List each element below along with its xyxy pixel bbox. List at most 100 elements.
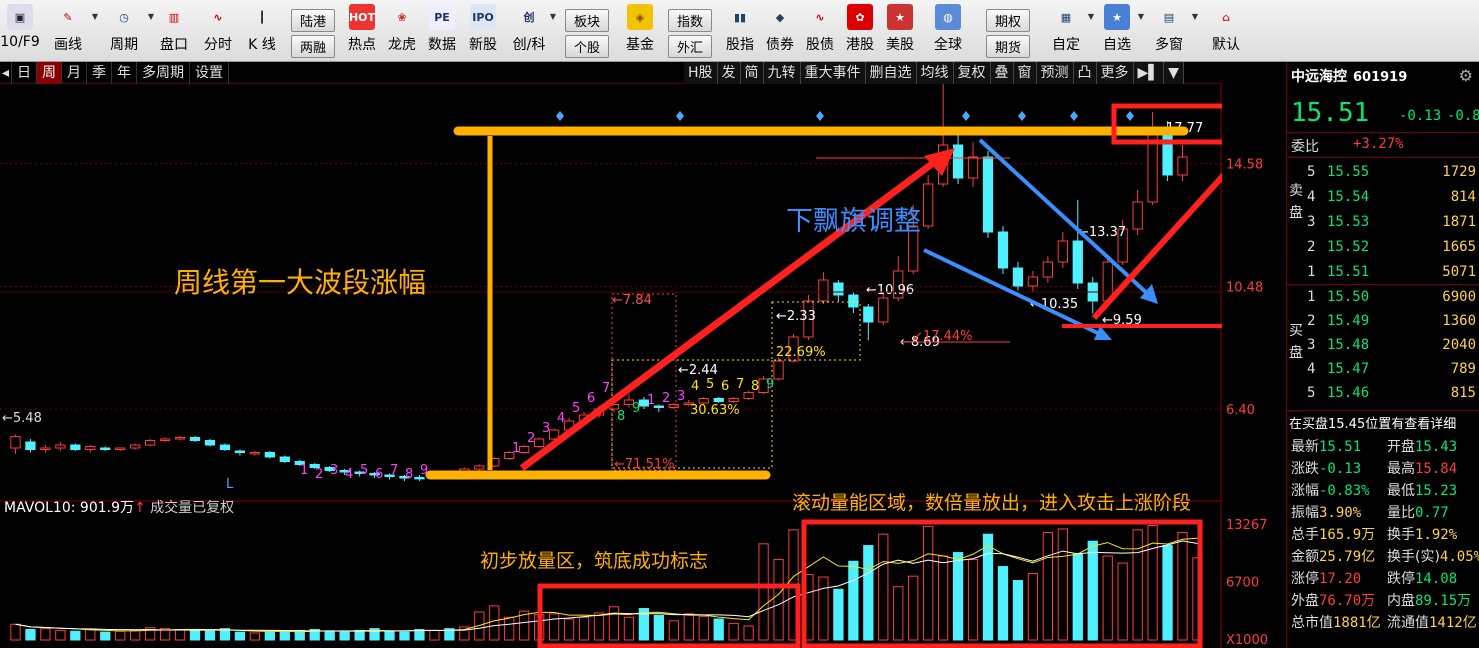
volume-bar xyxy=(982,533,994,641)
chart-option-9[interactable]: 窗 xyxy=(1013,62,1037,84)
toolbar-button-stock-bond-icon[interactable]: ∿ 股债 xyxy=(800,0,840,62)
toolbar-button-clock-icon[interactable]: ◷ 周期 ▼ xyxy=(96,0,154,62)
toolbar-dual-button[interactable]: 期权 xyxy=(985,9,1030,32)
period-tab-1[interactable]: 周 xyxy=(37,61,63,84)
period-tab-6[interactable]: 设置 xyxy=(190,61,230,84)
volume-bar xyxy=(593,612,605,641)
toolbar-label: 股债 xyxy=(806,37,834,53)
chart-option-8[interactable]: 叠 xyxy=(990,62,1014,84)
chart-option-5[interactable]: 删自选 xyxy=(865,62,917,84)
ask-row[interactable]: 1 15.51 5071 xyxy=(1287,262,1479,285)
toolbar-dual-button[interactable]: 两融 xyxy=(290,35,335,58)
last-price: 15.51 xyxy=(1291,98,1370,128)
toolbar-dual-button[interactable]: 外汇 xyxy=(667,35,712,58)
ask-row[interactable]: 5 15.55 1729 xyxy=(1287,162,1479,185)
stat-key: 振幅 xyxy=(1291,505,1319,521)
toolbar-button-home-icon[interactable]: ⌂ 默认 xyxy=(1196,0,1256,62)
toolbar-dual-button[interactable]: 板块 xyxy=(564,9,609,32)
buy-notice[interactable]: 在买盘15.45位置有查看详细 xyxy=(1289,413,1456,432)
bid-row[interactable]: 1 15.50 6900 xyxy=(1287,287,1479,310)
volume-bar xyxy=(728,622,739,641)
weibi-label: 委比 xyxy=(1291,139,1319,155)
stat-value: 15.23 xyxy=(1415,483,1458,499)
chevron-down-icon[interactable]: ▼ xyxy=(1164,62,1184,84)
chart-option-4[interactable]: 重大事件 xyxy=(800,62,866,84)
chart-option-11[interactable]: 凸 xyxy=(1073,62,1097,84)
toolbar-button-bond-icon[interactable]: ◆ 债券 xyxy=(760,0,800,62)
period-tab-0[interactable]: 日 xyxy=(12,61,38,84)
chevron-down-icon[interactable]: ▼ xyxy=(550,12,556,21)
candle-body xyxy=(534,438,545,447)
toolbar-button-us-flag-icon[interactable]: ★ 美股 xyxy=(880,0,920,62)
label-784: ←7.84 xyxy=(612,293,652,308)
ask-volume: 1871 xyxy=(1442,214,1476,230)
bid-row[interactable]: 3 15.48 2040 xyxy=(1287,335,1479,358)
chart-option-6[interactable]: 均线 xyxy=(916,62,954,84)
pin-icon[interactable]: ▶▌ xyxy=(1133,62,1165,84)
toolbar-button-globe-icon[interactable]: ◍ 全球 xyxy=(920,0,976,62)
chart-option-10[interactable]: 预测 xyxy=(1036,62,1074,84)
volume-bar xyxy=(818,576,829,641)
gear-icon[interactable]: ⚙ xyxy=(1459,66,1473,85)
scroll-left-icon[interactable]: ◂ xyxy=(0,61,13,84)
toolbar-dual-button[interactable]: 期货 xyxy=(985,35,1030,58)
event-diamond-icon[interactable] xyxy=(816,111,824,121)
toolbar-button-pe-data-icon[interactable]: PE 数据 xyxy=(422,0,462,62)
event-diamond-icon[interactable] xyxy=(1070,111,1078,121)
toolbar-label: 画线 xyxy=(54,37,82,53)
volume-bar xyxy=(578,616,590,641)
chart-option-12[interactable]: 更多 xyxy=(1096,62,1134,84)
stat-left: 最新15.51 xyxy=(1291,436,1361,456)
toolbar-dual-button[interactable]: 陆港 xyxy=(290,9,335,32)
candle-body xyxy=(234,450,246,453)
period-tab-4[interactable]: 年 xyxy=(112,61,138,84)
candle-body xyxy=(818,279,829,302)
toolbar-button-orderbook-icon[interactable]: ▥ 盘口 xyxy=(152,0,196,62)
period-tab-3[interactable]: 季 xyxy=(87,61,113,84)
count-second-4: 4 xyxy=(691,379,699,394)
toolbar-button-hk-flag-icon[interactable]: ✿ 港股 xyxy=(840,0,880,62)
chart-option-0[interactable]: H股 xyxy=(684,62,718,84)
period-tab-5[interactable]: 多周期 xyxy=(137,61,191,84)
toolbar-button-index-futures-icon[interactable]: ▮▮ 股指 xyxy=(720,0,760,62)
home-icon: ⌂ xyxy=(1222,10,1230,24)
toolbar-dual-button[interactable]: 个股 xyxy=(564,35,609,58)
toolbar-button-chuang-icon[interactable]: 创创/科 ▼ xyxy=(504,0,556,62)
event-diamond-icon[interactable] xyxy=(1126,111,1134,121)
toolbar-button-f9-icon[interactable]: ▣ 10/F9 xyxy=(0,0,40,62)
toolbar-button-pencil-icon[interactable]: ✎ 画线 ▼ xyxy=(40,0,98,62)
ask-row[interactable]: 3 15.53 1871 xyxy=(1287,212,1479,235)
toolbar-button-star-icon[interactable]: ★ 自选 ▼ xyxy=(1092,0,1144,62)
kline-chart[interactable]: MAVOL10: 901.9万↑ 成交量已复权 ←5.48 ←7.84 ←2.44 ←2… xyxy=(0,84,1222,648)
event-diamond-icon[interactable] xyxy=(962,111,970,121)
chart-option-3[interactable]: 九转 xyxy=(763,62,801,84)
toolbar-button-fund-icon[interactable]: ◈ 基金 xyxy=(620,0,660,62)
volume-bar xyxy=(40,628,51,641)
toolbar-button-hot-icon[interactable]: HOT 热点 xyxy=(342,0,382,62)
bid-row[interactable]: 2 15.49 1360 xyxy=(1287,311,1479,334)
event-diamond-icon[interactable] xyxy=(676,111,684,121)
stock-bond-icon: ∿ xyxy=(815,10,825,24)
chart-option-1[interactable]: 发 xyxy=(717,62,741,84)
ask-level: 5 xyxy=(1307,164,1316,180)
toolbar-button-custom-icon[interactable]: ▦ 自定 ▼ xyxy=(1040,0,1094,62)
count-up-1: 1 xyxy=(512,441,520,456)
period-tab-2[interactable]: 月 xyxy=(62,61,88,84)
toolbar-label: 10/F9 xyxy=(0,34,40,50)
toolbar-button-candlestick-icon[interactable]: ┃ K 线 xyxy=(240,0,284,62)
toolbar-button-dragon-icon[interactable]: ❀ 龙虎 xyxy=(382,0,422,62)
toolbar-button-multi-window-icon[interactable]: ▤ 多窗 ▼ xyxy=(1142,0,1198,62)
stock-name: 中远海控 xyxy=(1291,69,1347,85)
chart-option-7[interactable]: 复权 xyxy=(953,62,991,84)
stat-left: 金额25.79亿 xyxy=(1291,546,1375,566)
event-diamond-icon[interactable] xyxy=(1018,111,1026,121)
bid-row[interactable]: 4 15.47 789 xyxy=(1287,359,1479,382)
toolbar-dual-button[interactable]: 指数 xyxy=(667,9,712,32)
chart-option-2[interactable]: 简 xyxy=(740,62,764,84)
ask-row[interactable]: 4 15.54 814 xyxy=(1287,187,1479,210)
toolbar-button-ipo-icon[interactable]: IPO 新股 xyxy=(462,0,504,62)
event-diamond-icon[interactable] xyxy=(556,111,564,121)
bid-row[interactable]: 5 15.46 815 xyxy=(1287,383,1479,406)
ask-row[interactable]: 2 15.52 1665 xyxy=(1287,237,1479,260)
toolbar-button-timeshare-icon[interactable]: ∿ 分时 xyxy=(196,0,240,62)
